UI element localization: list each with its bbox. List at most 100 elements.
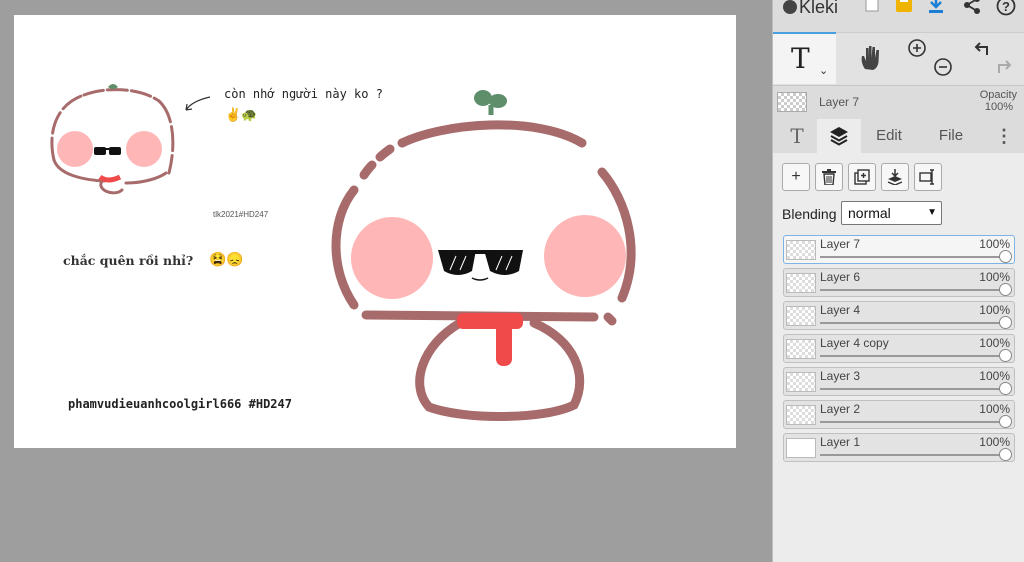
layer-opacity: 100% — [979, 402, 1010, 416]
save-icon[interactable] — [893, 0, 915, 18]
zoom-buttons — [903, 33, 959, 85]
layer-thumbnail — [786, 240, 816, 260]
hand-icon — [861, 46, 879, 70]
emoji-line-1: ✌🐢 — [225, 107, 258, 122]
layer-row[interactable]: Layer 4 copy 100% — [783, 334, 1015, 363]
chevron-down-icon: ▼ — [927, 207, 937, 218]
layer-row[interactable]: Layer 7 100% — [783, 235, 1015, 264]
opacity-label: Opacity — [979, 89, 1017, 101]
undo-redo-buttons — [967, 33, 1021, 85]
layer-opacity-slider[interactable] — [820, 448, 1012, 461]
layer-row[interactable]: Layer 1 100% — [783, 433, 1015, 462]
hand-tool-button[interactable] — [849, 33, 895, 85]
blending-mode-select[interactable]: normal ▼ — [841, 201, 942, 225]
download-icon[interactable] — [925, 0, 947, 18]
trash-icon — [822, 169, 836, 186]
share-icon[interactable] — [961, 0, 983, 18]
redo-icon[interactable] — [995, 57, 1015, 77]
tab-file[interactable]: File — [929, 119, 973, 153]
layer-name: Layer 6 — [820, 270, 861, 284]
layer-row[interactable]: Layer 3 100% — [783, 367, 1015, 396]
zoom-in-icon[interactable] — [907, 38, 927, 58]
duplicate-layer-button[interactable] — [848, 163, 876, 191]
merge-layer-button[interactable] — [881, 163, 909, 191]
layer-opacity: 100% — [979, 270, 1010, 284]
blending-mode-value: normal — [848, 205, 891, 221]
layer-opacity-slider[interactable] — [820, 349, 1012, 362]
layer-opacity-slider[interactable] — [820, 316, 1012, 329]
layer-opacity: 100% — [979, 336, 1010, 350]
layers-panel: + Blending normal ▼ Layer 7 100% Layer 6… — [773, 153, 1024, 562]
layers-icon — [830, 127, 848, 146]
emoji-line-2: 😫😞 — [209, 251, 244, 267]
layer-name: Layer 3 — [820, 369, 861, 383]
slider-handle[interactable] — [999, 349, 1012, 362]
small-signature-text: tlk2021#HD247 — [213, 210, 269, 219]
rename-icon — [919, 169, 934, 185]
side-panel: Kleki ? T ⌄ Layer 7 Opacity 100% T Edit … — [772, 0, 1024, 562]
layer-opacity-slider[interactable] — [820, 415, 1012, 428]
layer-name: Layer 4 copy — [820, 336, 889, 350]
slider-handle[interactable] — [999, 382, 1012, 395]
help-icon[interactable]: ? — [995, 0, 1017, 18]
layer-thumbnail — [786, 405, 816, 425]
layer-opacity: 100% — [979, 369, 1010, 383]
layer-opacity-slider[interactable] — [820, 283, 1012, 296]
layer-row[interactable]: Layer 6 100% — [783, 268, 1015, 297]
layer-row[interactable]: Layer 4 100% — [783, 301, 1015, 330]
drawing-canvas[interactable]: còn nhớ người này ko ? ✌🐢 tlk2021#HD247 … — [14, 15, 736, 448]
new-image-icon[interactable] — [861, 0, 883, 18]
layer-thumbnail — [786, 306, 816, 326]
current-layer-thumbnail — [777, 92, 807, 112]
tab-edit[interactable]: Edit — [865, 119, 913, 153]
small-sunglasses — [94, 147, 121, 155]
slider-handle[interactable] — [999, 283, 1012, 296]
merge-down-icon — [887, 169, 903, 186]
small-right-blush — [126, 131, 162, 167]
undo-icon[interactable] — [971, 39, 991, 59]
layer-thumbnail — [786, 438, 816, 458]
delete-layer-button[interactable] — [815, 163, 843, 191]
question-text: còn nhớ người này ko ? — [224, 87, 383, 101]
blending-label: Blending — [782, 206, 837, 222]
add-layer-button[interactable]: + — [782, 163, 810, 191]
canvas-viewport[interactable]: còn nhớ người này ko ? ✌🐢 tlk2021#HD247 … — [0, 0, 772, 562]
panel-tabs: T Edit File ⋮ — [773, 119, 1024, 153]
layer-opacity: 100% — [979, 435, 1010, 449]
big-right-blush — [544, 215, 626, 297]
slider-handle[interactable] — [999, 415, 1012, 428]
zoom-out-icon[interactable] — [933, 57, 953, 77]
layer-thumbnail — [786, 339, 816, 359]
text-tool-button[interactable]: T ⌄ — [773, 32, 836, 84]
layer-opacity: 100% — [979, 237, 1010, 251]
big-left-blush — [351, 217, 433, 299]
layer-name: Layer 7 — [820, 237, 861, 251]
slider-handle[interactable] — [999, 316, 1012, 329]
layer-opacity-slider[interactable] — [820, 382, 1012, 395]
layer-row[interactable]: Layer 2 100% — [783, 400, 1015, 429]
rename-layer-button[interactable] — [914, 163, 942, 191]
current-layer-name: Layer 7 — [819, 95, 860, 109]
duplicate-icon — [854, 169, 870, 185]
layer-opacity-slider[interactable] — [820, 250, 1012, 263]
text-tool-icon: T — [791, 42, 810, 75]
more-options-icon[interactable]: ⋮ — [991, 119, 1017, 153]
tool-row: T ⌄ — [773, 32, 1024, 86]
tab-layers[interactable] — [817, 119, 861, 153]
arrow-doodle — [185, 96, 211, 111]
big-sunglasses — [438, 250, 523, 281]
opacity-value: 100% — [984, 101, 1013, 113]
svg-text:?: ? — [1002, 0, 1010, 14]
layer-thumbnail — [786, 273, 816, 293]
small-left-blush — [57, 131, 93, 167]
kleki-logo-icon — [783, 0, 797, 14]
layer-thumbnail — [786, 372, 816, 392]
forgot-text: chắc quên rồi nhỉ? — [63, 253, 194, 268]
slider-handle[interactable] — [999, 448, 1012, 461]
slider-handle[interactable] — [999, 250, 1012, 263]
current-layer-info: Layer 7 Opacity 100% — [773, 86, 1024, 118]
big-sprout — [474, 90, 507, 115]
chevron-down-icon[interactable]: ⌄ — [819, 64, 828, 77]
app-logo[interactable]: Kleki — [783, 0, 838, 18]
tab-text-tool[interactable]: T — [777, 119, 817, 153]
